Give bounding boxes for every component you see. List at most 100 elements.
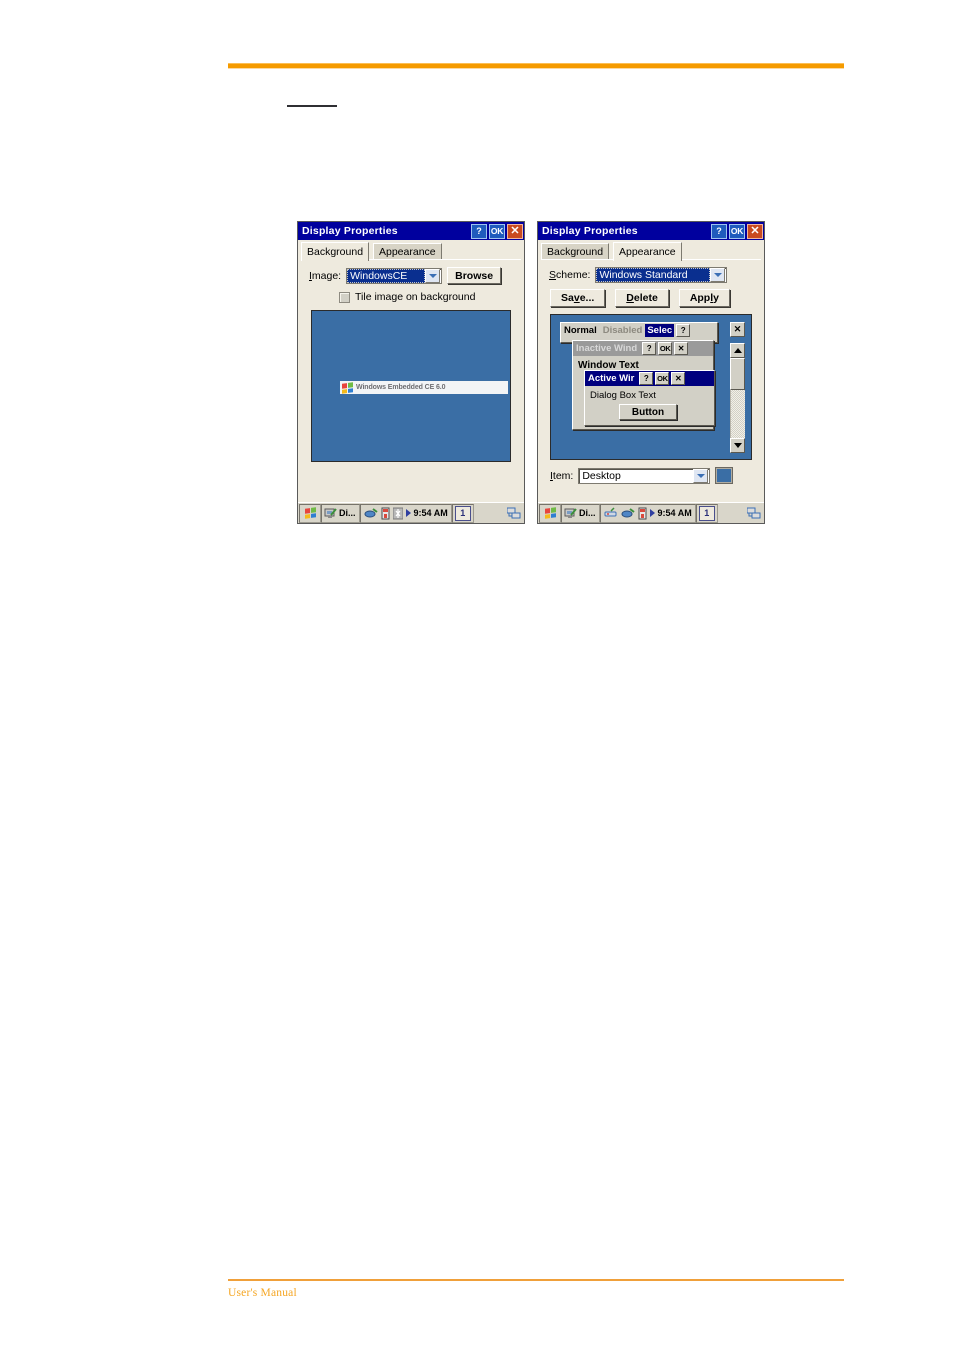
tab-appearance[interactable]: Appearance — [373, 243, 442, 260]
clock[interactable]: 9:54 AM — [414, 508, 448, 518]
item-combobox[interactable]: Desktop — [578, 467, 711, 484]
image-field-row: Image: WindowsCE Browse — [309, 267, 517, 284]
image-label: Image: — [309, 269, 342, 282]
scheme-combobox[interactable]: Windows Standard — [595, 267, 728, 283]
preview-inactive-title: Inactive Wind — [576, 343, 638, 354]
tabstrip: Background Appearance — [298, 242, 524, 261]
preview-inactive-titlebar: Inactive Wind ? OK ✕ — [573, 341, 713, 356]
network-icon[interactable] — [747, 507, 761, 520]
tab-background[interactable]: Background — [301, 242, 370, 261]
display-properties-icon — [564, 508, 577, 518]
image-combobox[interactable]: WindowsCE — [346, 267, 443, 284]
taskbar-right-group — [747, 507, 763, 520]
preview-normal-bar: Normal Disabled Selec ? — [561, 323, 717, 338]
preview-label-normal: Normal — [564, 325, 597, 336]
preview-close-icon: ✕ — [671, 372, 686, 385]
taskbar-item-label: Di... — [339, 508, 356, 518]
start-button[interactable] — [539, 503, 561, 523]
scheme-label: Scheme: — [549, 269, 591, 281]
scrollbar-track[interactable] — [730, 390, 745, 438]
taskbar-item-display[interactable]: Di... — [321, 503, 360, 523]
chevron-down-icon[interactable] — [693, 468, 709, 483]
window-titlebar: Display Properties ? OK ✕ — [298, 222, 524, 240]
preview-help-icon: ? — [642, 342, 657, 355]
taskbar-right-group — [507, 507, 523, 520]
windows-ce-logo-text: Windows Embedded CE 6.0 — [356, 384, 446, 391]
network-icon[interactable] — [507, 507, 521, 520]
volume-icon[interactable] — [364, 507, 378, 519]
footer-rule — [228, 1279, 844, 1281]
titlebar-buttons: ? OK ✕ — [471, 223, 523, 239]
display-properties-icon — [324, 508, 337, 518]
scrollbar-thumb[interactable] — [730, 358, 745, 390]
windows-ce-logo: Windows Embedded CE 6.0 — [340, 381, 508, 394]
keyboard-indicator[interactable]: 1 — [451, 503, 474, 523]
apply-button[interactable]: App l y — [678, 289, 730, 307]
tile-image-checkbox[interactable] — [339, 291, 350, 303]
tray-expand-icon[interactable] — [405, 509, 411, 517]
tab-appearance[interactable]: Appearance — [613, 242, 682, 261]
header-rule — [228, 63, 844, 69]
preview-help-icon: ? — [676, 324, 691, 337]
appearance-preview[interactable]: Normal Disabled Selec ? Inactive Wind ? … — [550, 314, 752, 460]
keyboard-indicator[interactable]: 1 — [695, 503, 718, 523]
window-titlebar: Display Properties ? OK ✕ — [538, 222, 764, 240]
ok-button[interactable]: OK — [489, 223, 505, 239]
preview-label-disabled: Disabled — [602, 325, 643, 336]
battery-icon[interactable] — [638, 507, 647, 520]
tab-background[interactable]: Background — [541, 243, 610, 260]
preview-help-icon: ? — [639, 372, 654, 385]
preview-close-icon: ✕ — [674, 342, 689, 355]
help-icon[interactable]: ? — [471, 223, 487, 239]
chevron-down-icon[interactable] — [710, 268, 726, 282]
volume-icon[interactable] — [621, 507, 635, 519]
taskbar-item-display[interactable]: Di... — [561, 503, 600, 523]
battery-icon[interactable] — [381, 507, 390, 520]
scheme-actions: Sa v e... Delete App l y — [550, 289, 757, 307]
scheme-field-row: Scheme: Windows Standard — [549, 267, 757, 283]
preview-ok-button: OK — [655, 372, 670, 385]
preview-dialog-text: Dialog Box Text — [590, 390, 656, 401]
start-flag-icon — [304, 507, 316, 519]
preview-sample-button: Button — [619, 404, 677, 420]
taskbar-item-label: Di... — [579, 508, 596, 518]
item-value: Desktop — [582, 469, 621, 482]
tile-image-label: Tile image on background — [355, 291, 476, 303]
taskbar: Di... 9:54 AM 1 — [298, 502, 524, 523]
delete-button[interactable]: Delete — [615, 289, 669, 307]
browse-button[interactable]: Browse — [447, 267, 502, 284]
close-icon[interactable]: ✕ — [747, 223, 763, 239]
heading-underline — [287, 105, 337, 107]
item-label: Item: — [550, 469, 574, 482]
bluetooth-icon[interactable] — [392, 507, 403, 520]
scroll-up-icon[interactable] — [730, 343, 745, 358]
scroll-down-icon[interactable] — [730, 438, 745, 453]
tile-image-row[interactable]: Tile image on background — [339, 291, 517, 303]
network-icon[interactable] — [604, 507, 618, 519]
clock[interactable]: 9:54 AM — [658, 508, 692, 518]
window-title: Display Properties — [302, 225, 398, 237]
keyboard-layout-label: 1 — [454, 505, 471, 521]
background-tab-panel: Image: WindowsCE Browse Tile image on ba… — [301, 260, 521, 505]
scheme-value: Windows Standard — [596, 268, 711, 282]
preview-window-stack: Normal Disabled Selec ? Inactive Wind ? … — [560, 322, 727, 453]
preview-scrollbar-close-icon: ✕ — [730, 322, 745, 337]
chevron-down-icon[interactable] — [425, 268, 441, 283]
preview-scrollbar[interactable]: ✕ — [730, 322, 745, 453]
start-button[interactable] — [299, 503, 321, 523]
preview-label-selected: Selec — [645, 324, 675, 337]
save-button[interactable]: Sa v e... — [550, 289, 606, 307]
window-title: Display Properties — [542, 225, 638, 237]
ok-button[interactable]: OK — [729, 223, 745, 239]
preview-active-titlebar: Active Wir ? OK ✕ — [585, 371, 714, 386]
help-icon[interactable]: ? — [711, 223, 727, 239]
display-properties-window-background[interactable]: Display Properties ? OK ✕ Background App… — [297, 221, 525, 524]
footer-label: User's Manual — [228, 1287, 297, 1299]
keyboard-layout-label: 1 — [698, 505, 715, 521]
display-properties-window-appearance[interactable]: Display Properties ? OK ✕ Background App… — [537, 221, 765, 524]
tray-expand-icon[interactable] — [649, 509, 655, 517]
taskbar: Di... 9:54 AM 1 — [538, 502, 764, 523]
close-icon[interactable]: ✕ — [507, 223, 523, 239]
item-color-swatch[interactable] — [715, 467, 734, 484]
start-flag-icon — [544, 507, 556, 519]
